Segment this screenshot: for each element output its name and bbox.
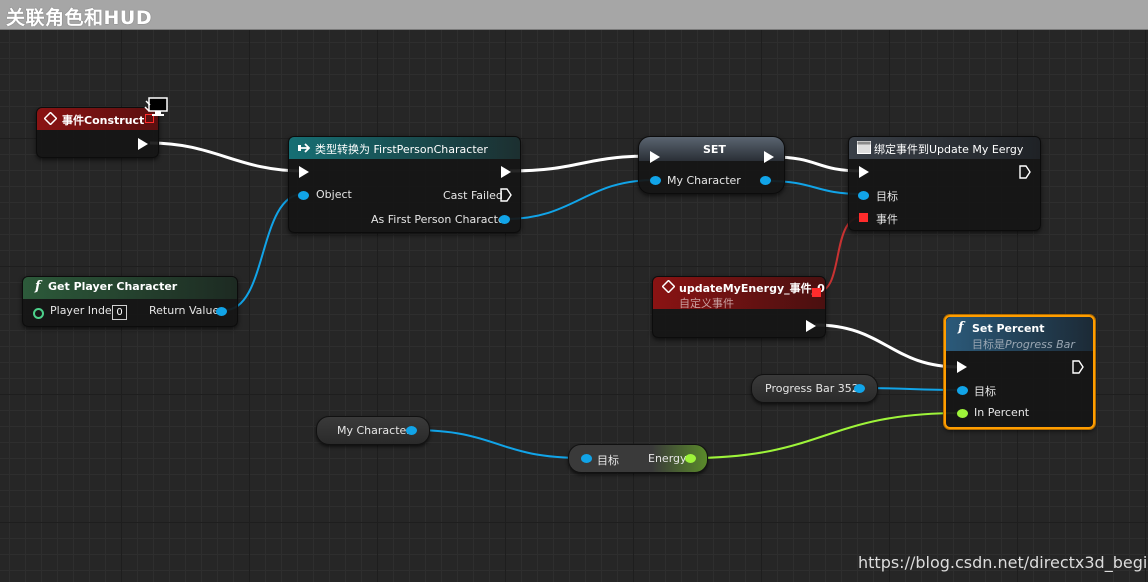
float-wire-energy-inpercent[interactable]: [689, 412, 961, 459]
node-title: SET: [703, 143, 726, 156]
client-monitor-icon: [144, 97, 168, 116]
progress-bar-variable-node[interactable]: Progress Bar 352: [751, 374, 878, 403]
cast-failed-exec-pin[interactable]: [500, 188, 512, 202]
my-character-output-pin[interactable]: [406, 426, 417, 435]
player-index-pin-label: Player Index: [50, 304, 119, 317]
set-percent-node[interactable]: f Set Percent 目标是Progress Bar 目标 In Perc…: [944, 315, 1095, 429]
exec-output-pin[interactable]: [1019, 165, 1031, 179]
my-character-variable-node[interactable]: My Character: [316, 416, 430, 445]
node-title: 事件Construct: [62, 114, 145, 127]
energy-pin-label: Energy: [648, 452, 687, 465]
node-title: 绑定事件到Update My Eergy: [874, 143, 1024, 156]
return-value-output-pin[interactable]: [216, 307, 227, 316]
exec-input-pin[interactable]: [650, 151, 660, 163]
delegate-output-pin[interactable]: [812, 288, 821, 297]
target-input-pin[interactable]: [581, 454, 592, 463]
exec-output-pin[interactable]: [138, 138, 148, 150]
my-character-pin-label: My Character: [667, 174, 741, 187]
node-subtitle: 目标是Progress Bar: [972, 336, 1075, 352]
as-character-pin-label: As First Person Character: [371, 213, 510, 226]
progress-bar-output-pin[interactable]: [854, 384, 865, 393]
object-wire-cast-set[interactable]: [504, 179, 656, 220]
my-character-output-pin[interactable]: [760, 176, 771, 185]
exec-output-pin[interactable]: [764, 151, 774, 163]
cast-failed-pin-label: Cast Failed: [443, 189, 503, 202]
get-player-character-node[interactable]: f Get Player Character Player Index 0 Re…: [22, 276, 238, 327]
custom-event-node[interactable]: updateMyEnergy_事件_0 自定义事件: [652, 276, 826, 338]
exec-wire-event-setpercent[interactable]: [814, 323, 961, 369]
exec-output-pin[interactable]: [806, 320, 816, 332]
exec-output-pin[interactable]: [1072, 360, 1084, 374]
return-value-pin-label: Return Value: [149, 304, 220, 317]
event-construct-node[interactable]: 事件Construct: [36, 107, 159, 158]
exec-input-pin[interactable]: [859, 166, 869, 178]
watermark-text: https://blog.csdn.net/directx3d_beginner: [858, 553, 1148, 572]
target-input-pin[interactable]: [957, 386, 968, 395]
event-pin-label: 事件: [876, 213, 898, 226]
in-percent-input-pin[interactable]: [957, 409, 968, 418]
node-subtitle: 自定义事件: [679, 297, 734, 310]
object-wire-mycharacter-getter[interactable]: [411, 429, 585, 459]
node-title: 类型转换为 FirstPersonCharacter: [315, 143, 488, 156]
set-variable-node[interactable]: SET My Character: [638, 136, 785, 194]
in-percent-pin-label: In Percent: [974, 406, 1030, 419]
energy-output-pin[interactable]: [685, 454, 696, 463]
target-input-pin[interactable]: [858, 191, 869, 200]
subtitle-class: Progress Bar: [1005, 338, 1075, 351]
energy-getter-node[interactable]: 目标 Energy: [568, 444, 708, 473]
exec-output-pin[interactable]: [501, 166, 511, 178]
variable-label: My Character: [337, 424, 411, 437]
player-index-input-pin[interactable]: [33, 308, 44, 319]
exec-wire-construct-cast[interactable]: [149, 141, 304, 173]
cast-to-firstperson-node[interactable]: 类型转换为 FirstPersonCharacter Object Cast F…: [288, 136, 521, 233]
player-index-field[interactable]: 0: [112, 305, 127, 320]
event-diamond-icon: [662, 280, 675, 293]
bind-delegate-icon: [857, 141, 871, 154]
target-pin-label: 目标: [974, 385, 996, 398]
function-f-icon: f: [958, 320, 964, 335]
variable-label: Progress Bar 352: [765, 382, 859, 395]
node-title: Get Player Character: [48, 280, 178, 293]
target-pin-label: 目标: [597, 454, 619, 467]
blueprint-graph-canvas[interactable]: 关联角色和HUD 事件Construct 类型转换为 FirstPersonCh…: [0, 0, 1148, 582]
node-title: updateMyEnergy_事件_0: [679, 282, 825, 295]
event-diamond-icon: [44, 112, 57, 125]
target-pin-label: 目标: [876, 190, 898, 203]
node-title: Set Percent: [972, 322, 1045, 335]
event-input-pin[interactable]: [859, 213, 868, 222]
subtitle-prefix: 目标是: [972, 338, 1005, 351]
bind-event-node[interactable]: 绑定事件到Update My Eergy 目标 事件: [848, 136, 1041, 231]
exec-input-pin[interactable]: [299, 166, 309, 178]
object-pin-label: Object: [316, 188, 352, 201]
as-character-output-pin[interactable]: [499, 215, 510, 224]
cast-arrow-icon: [298, 143, 311, 153]
function-f-icon: f: [35, 279, 41, 294]
my-character-input-pin[interactable]: [650, 176, 661, 185]
exec-input-pin[interactable]: [957, 361, 967, 373]
exec-wire-cast-set[interactable]: [509, 154, 653, 173]
object-input-pin[interactable]: [298, 191, 309, 200]
